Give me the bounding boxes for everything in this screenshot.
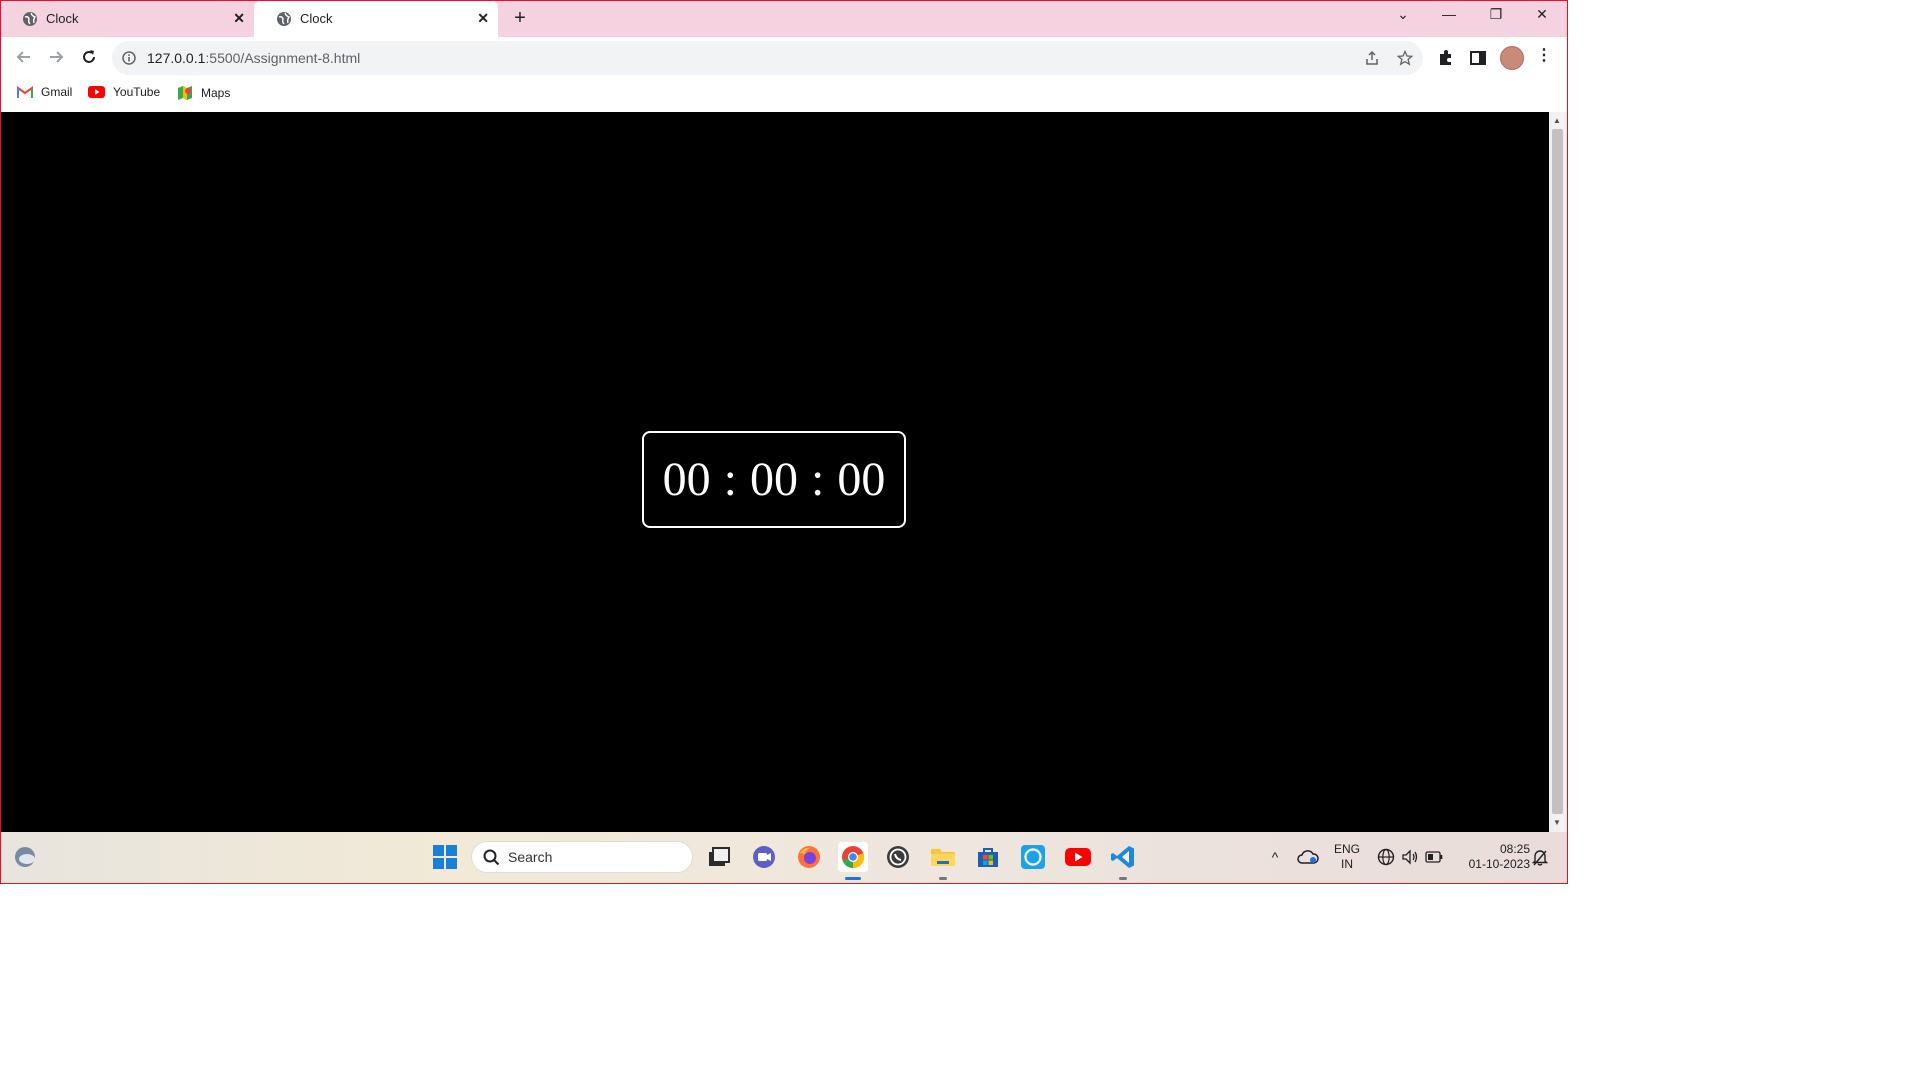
whatsapp-icon[interactable] bbox=[883, 842, 913, 872]
extensions-icon[interactable] bbox=[1437, 49, 1455, 67]
bookmarks-bar: Gmail YouTube Maps bbox=[0, 78, 1568, 112]
taskbar: Search ^ ENG IN 08:25 01-10-2023 bbox=[0, 832, 1568, 884]
close-icon[interactable]: ✕ bbox=[233, 10, 245, 27]
side-panel-icon[interactable] bbox=[1469, 49, 1487, 67]
tab-title: Clock bbox=[300, 11, 333, 26]
menu-kebab-icon[interactable]: ⋮ bbox=[1536, 47, 1554, 65]
chevron-up-icon[interactable]: ^ bbox=[1260, 842, 1290, 872]
gmail-icon bbox=[17, 86, 33, 98]
task-view-icon[interactable] bbox=[704, 842, 734, 872]
close-icon[interactable]: ✕ bbox=[477, 10, 489, 27]
maps-icon bbox=[178, 86, 192, 100]
vertical-scrollbar[interactable]: ▲ ▼ bbox=[1549, 112, 1567, 832]
alexa-icon[interactable] bbox=[1018, 842, 1048, 872]
restore-button[interactable]: ❐ bbox=[1484, 6, 1508, 23]
scroll-down-icon[interactable]: ▼ bbox=[1553, 818, 1561, 827]
clock-display: 00 : 00 : 00 bbox=[642, 431, 906, 528]
forward-arrow-icon[interactable] bbox=[46, 47, 66, 67]
bookmark-star-icon[interactable] bbox=[1397, 50, 1413, 66]
site-info-icon[interactable] bbox=[122, 51, 136, 65]
open-app-indicator bbox=[939, 877, 947, 880]
active-app-indicator bbox=[845, 877, 861, 880]
vscode-icon[interactable] bbox=[1108, 842, 1138, 872]
notification-bell-icon[interactable] bbox=[1525, 842, 1555, 872]
clock-separator: : bbox=[723, 453, 737, 506]
youtube-icon bbox=[88, 86, 105, 98]
tab-clock-1[interactable]: Clock ✕ bbox=[0, 0, 254, 37]
page-content: 00 : 00 : 00 bbox=[1, 112, 1549, 832]
taskbar-search[interactable]: Search bbox=[471, 841, 693, 873]
start-windows-icon[interactable] bbox=[430, 842, 460, 872]
clock-seconds: 00 bbox=[837, 453, 886, 506]
tab-search-icon[interactable]: ⌄ bbox=[1391, 6, 1415, 23]
scroll-up-icon[interactable]: ▲ bbox=[1553, 116, 1561, 125]
clock-separator: : bbox=[811, 453, 825, 506]
language-indicator[interactable]: ENG IN bbox=[1330, 842, 1364, 872]
clock-date-tray[interactable]: 08:25 01-10-2023 bbox=[1450, 842, 1530, 872]
bookmark-youtube[interactable]: YouTube bbox=[88, 85, 160, 99]
teams-chat-icon[interactable] bbox=[749, 842, 779, 872]
share-icon[interactable] bbox=[1364, 50, 1380, 66]
firefox-icon[interactable] bbox=[794, 842, 824, 872]
tab-strip: Clock ✕ Clock ✕ + ⌄ — ❐ ✕ bbox=[0, 0, 1568, 37]
open-app-indicator bbox=[1119, 877, 1127, 880]
weather-widget-icon[interactable] bbox=[10, 842, 40, 872]
address-bar[interactable]: 127.0.0.1:5500/Assignment-8.html bbox=[112, 41, 1423, 75]
scroll-thumb[interactable] bbox=[1552, 129, 1563, 814]
url-text: 127.0.0.1:5500/Assignment-8.html bbox=[147, 50, 361, 66]
back-arrow-icon[interactable] bbox=[14, 47, 34, 67]
battery-icon[interactable] bbox=[1419, 842, 1449, 872]
close-window-button[interactable]: ✕ bbox=[1530, 6, 1554, 23]
tab-title: Clock bbox=[46, 11, 79, 26]
search-icon bbox=[483, 849, 500, 866]
youtube-app-icon[interactable] bbox=[1063, 842, 1093, 872]
microsoft-store-icon[interactable] bbox=[973, 842, 1003, 872]
globe-icon bbox=[23, 11, 37, 26]
browser-toolbar: 127.0.0.1:5500/Assignment-8.html ⋮ bbox=[0, 37, 1568, 78]
chrome-icon[interactable] bbox=[838, 842, 868, 872]
avatar[interactable] bbox=[1500, 46, 1524, 70]
bookmark-maps[interactable]: Maps bbox=[177, 85, 230, 101]
onedrive-icon[interactable] bbox=[1293, 842, 1323, 872]
new-tab-button[interactable]: + bbox=[510, 7, 530, 30]
file-explorer-icon[interactable] bbox=[928, 842, 958, 872]
minimize-button[interactable]: — bbox=[1437, 6, 1461, 22]
clock-hours: 00 bbox=[662, 453, 711, 506]
globe-icon bbox=[277, 11, 291, 26]
clock-minutes: 00 bbox=[750, 453, 798, 506]
tab-clock-2[interactable]: Clock ✕ bbox=[254, 0, 498, 37]
reload-icon[interactable] bbox=[79, 47, 99, 67]
bookmark-gmail[interactable]: Gmail bbox=[17, 85, 72, 99]
